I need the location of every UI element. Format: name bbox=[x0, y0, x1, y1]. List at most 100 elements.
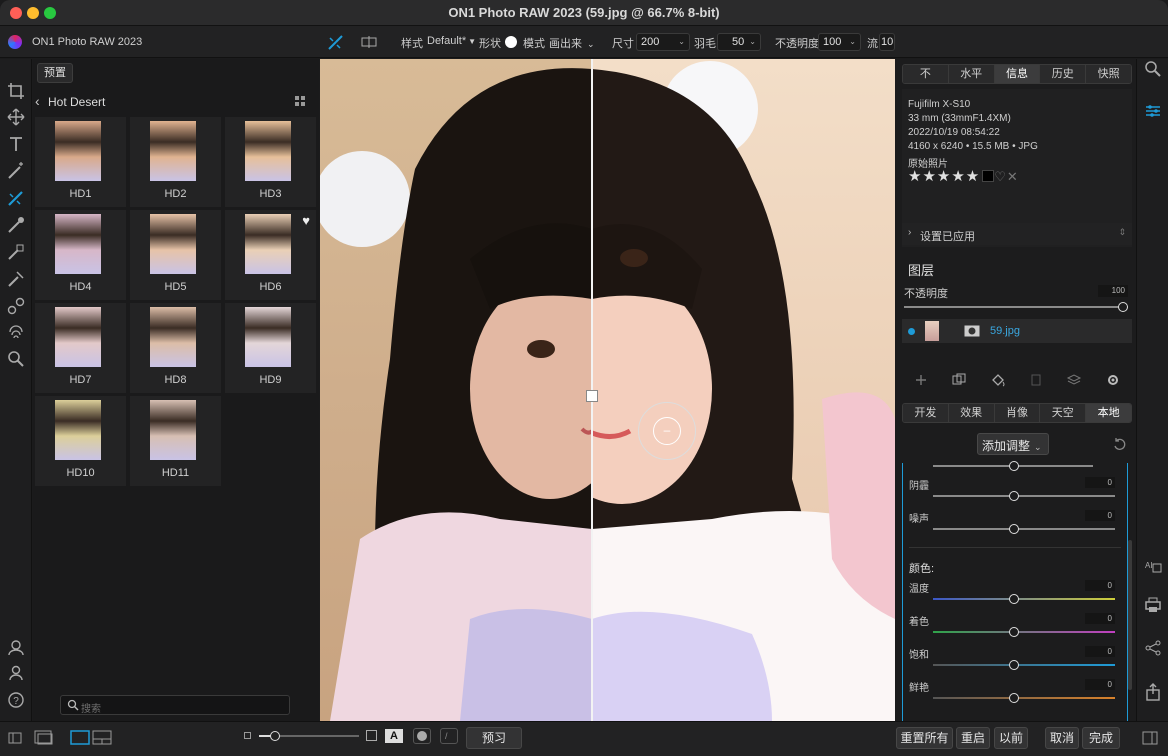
copy-mask-icon[interactable] bbox=[1028, 372, 1044, 388]
masking-brush-tool-icon[interactable] bbox=[6, 215, 26, 235]
mode-dropdown[interactable]: 画出来 ⌄ bbox=[549, 35, 595, 51]
edit-module-sliders-icon[interactable] bbox=[1143, 101, 1163, 121]
export-icon[interactable] bbox=[1143, 682, 1163, 702]
presets-button[interactable]: 预置 bbox=[37, 63, 73, 83]
layer-mask-icon[interactable] bbox=[964, 325, 980, 337]
preview-button[interactable]: 预习 bbox=[466, 727, 522, 749]
adjustment-brush-tool-icon[interactable] bbox=[6, 188, 26, 208]
info-tab-4[interactable]: 快照 bbox=[1086, 65, 1131, 83]
info-tab-1[interactable]: 水平 bbox=[948, 65, 995, 83]
mask-overlay-square-icon[interactable] bbox=[366, 730, 377, 741]
haze-knob[interactable] bbox=[1009, 491, 1019, 501]
refine-brush-tool-icon[interactable] bbox=[6, 269, 26, 289]
print-icon[interactable] bbox=[1143, 595, 1163, 615]
right-panel-toggle-icon[interactable] bbox=[1142, 731, 1158, 745]
shape-circle-icon[interactable] bbox=[505, 36, 517, 48]
star-icon[interactable]: ★★★★★ bbox=[908, 168, 980, 185]
vibrance-knob[interactable] bbox=[1009, 693, 1019, 703]
duplicate-layer-icon[interactable] bbox=[951, 372, 967, 388]
layer-visibility-dot[interactable] bbox=[908, 328, 915, 335]
preset-thumbnail[interactable]: HD3 bbox=[225, 117, 316, 207]
preset-thumbnail[interactable]: HD11 bbox=[130, 396, 221, 486]
filmstrip-view-icon[interactable] bbox=[34, 730, 54, 746]
preset-search-input[interactable]: 搜索 bbox=[60, 695, 290, 715]
vibrance-value[interactable]: 0 bbox=[1085, 679, 1115, 690]
ai-resize-icon[interactable]: AI bbox=[1143, 556, 1163, 576]
text-tool-icon[interactable] bbox=[6, 134, 26, 154]
reject-x-icon[interactable]: ✕ bbox=[1007, 169, 1019, 184]
preset-thumbnail[interactable]: HD7 bbox=[35, 303, 126, 393]
adjustment-brush-icon[interactable] bbox=[327, 33, 345, 51]
perfect-eraser-tool-icon[interactable] bbox=[6, 322, 26, 342]
module-tab-1[interactable]: 效果 bbox=[948, 404, 995, 422]
noise-knob[interactable] bbox=[1009, 524, 1019, 534]
add-adjustment-dropdown[interactable]: 添加调整 ⌄ bbox=[977, 433, 1049, 455]
module-tab-3[interactable]: 天空 bbox=[1040, 404, 1087, 422]
mask-view-button[interactable] bbox=[413, 728, 431, 744]
settings-applied-row[interactable]: › 设置已应用 ⇕ bbox=[902, 223, 1132, 245]
split-view-icon[interactable] bbox=[92, 730, 112, 746]
done-button[interactable]: 完成 bbox=[1082, 727, 1120, 749]
transform-tool-icon[interactable] bbox=[6, 107, 26, 127]
flow-input[interactable]: 10 bbox=[879, 33, 895, 51]
feather-input[interactable]: 50 ⌄ bbox=[717, 33, 761, 51]
reset-all-button[interactable]: 重置所有 bbox=[896, 727, 953, 749]
crop-tool-icon[interactable] bbox=[6, 81, 26, 101]
cancel-button[interactable]: 取消 bbox=[1045, 727, 1079, 749]
tint-value[interactable]: 0 bbox=[1085, 613, 1115, 624]
preset-thumbnail[interactable]: HD5 bbox=[130, 210, 221, 300]
star-rating[interactable]: ★★★★★ ♡✕ bbox=[908, 167, 1019, 185]
merge-layers-icon[interactable] bbox=[1066, 372, 1082, 388]
single-view-icon[interactable] bbox=[70, 730, 90, 746]
user-account-icon[interactable] bbox=[6, 663, 26, 683]
magic-wand-tool-icon[interactable] bbox=[6, 161, 26, 181]
compare-split-handle[interactable] bbox=[586, 390, 598, 402]
zoom-hand-tool-icon[interactable] bbox=[6, 349, 26, 369]
layer-settings-gear-icon[interactable] bbox=[1105, 372, 1121, 388]
ai-portrait-icon[interactable] bbox=[6, 637, 26, 657]
browse-module-icon[interactable] bbox=[1143, 59, 1163, 79]
thumbnail-small-icon[interactable] bbox=[244, 732, 251, 739]
layer-row[interactable]: 59.jpg bbox=[902, 319, 1132, 343]
favorite-heart-icon[interactable]: ♥ bbox=[302, 213, 310, 228]
noise-slider[interactable] bbox=[933, 528, 1115, 530]
photo-canvas[interactable]: – bbox=[320, 59, 895, 721]
preset-thumbnail[interactable]: HD2 bbox=[130, 117, 221, 207]
temperature-slider[interactable] bbox=[933, 598, 1115, 600]
thumbnail-size-knob[interactable] bbox=[270, 731, 280, 741]
restart-button[interactable]: 重启 bbox=[956, 727, 990, 749]
noise-value[interactable]: 0 bbox=[1085, 510, 1115, 521]
module-tab-4[interactable]: 本地 bbox=[1086, 404, 1131, 422]
preset-breadcrumb[interactable]: ‹ Hot Desert bbox=[33, 91, 319, 113]
previous-slider-knob[interactable] bbox=[1009, 461, 1019, 471]
preset-thumbnail[interactable]: HD8 bbox=[130, 303, 221, 393]
layer-opacity-value[interactable]: 100 bbox=[1098, 285, 1128, 297]
saturation-value[interactable]: 0 bbox=[1085, 646, 1115, 657]
brush-opacity-input[interactable]: 100 ⌄ bbox=[818, 33, 861, 51]
layer-opacity-slider[interactable] bbox=[904, 306, 1128, 308]
right-panel-scrollbar[interactable] bbox=[1128, 540, 1132, 690]
style-dropdown[interactable]: Default* ▼ bbox=[427, 35, 476, 47]
preset-thumbnail[interactable]: HD10 bbox=[35, 396, 126, 486]
temperature-value[interactable]: 0 bbox=[1085, 580, 1115, 591]
brush-overlay-button[interactable]: / bbox=[440, 728, 458, 744]
haze-slider[interactable] bbox=[933, 495, 1115, 497]
help-icon[interactable]: ? bbox=[6, 690, 26, 710]
vibrance-slider[interactable] bbox=[933, 697, 1115, 699]
preset-thumbnail[interactable]: HD9 bbox=[225, 303, 316, 393]
module-tab-0[interactable]: 开发 bbox=[903, 404, 949, 422]
module-tab-2[interactable]: 肖像 bbox=[994, 404, 1041, 422]
info-tab-3[interactable]: 历史 bbox=[1040, 65, 1087, 83]
compare-view-icon[interactable] bbox=[361, 34, 377, 50]
tint-knob[interactable] bbox=[1009, 627, 1019, 637]
tint-slider[interactable] bbox=[933, 631, 1115, 633]
preset-thumbnail[interactable]: HD1 bbox=[35, 117, 126, 207]
info-tab-2[interactable]: 信息 bbox=[994, 65, 1041, 83]
panel-toggle-icon[interactable] bbox=[8, 731, 22, 745]
share-icon[interactable] bbox=[1143, 638, 1163, 658]
chevron-left-icon[interactable]: ‹ bbox=[35, 93, 40, 109]
clone-stamp-tool-icon[interactable] bbox=[6, 296, 26, 316]
info-tab-0[interactable]: 不 bbox=[903, 65, 949, 83]
saturation-knob[interactable] bbox=[1009, 660, 1019, 670]
size-input[interactable]: 200 ⌄ bbox=[636, 33, 690, 51]
